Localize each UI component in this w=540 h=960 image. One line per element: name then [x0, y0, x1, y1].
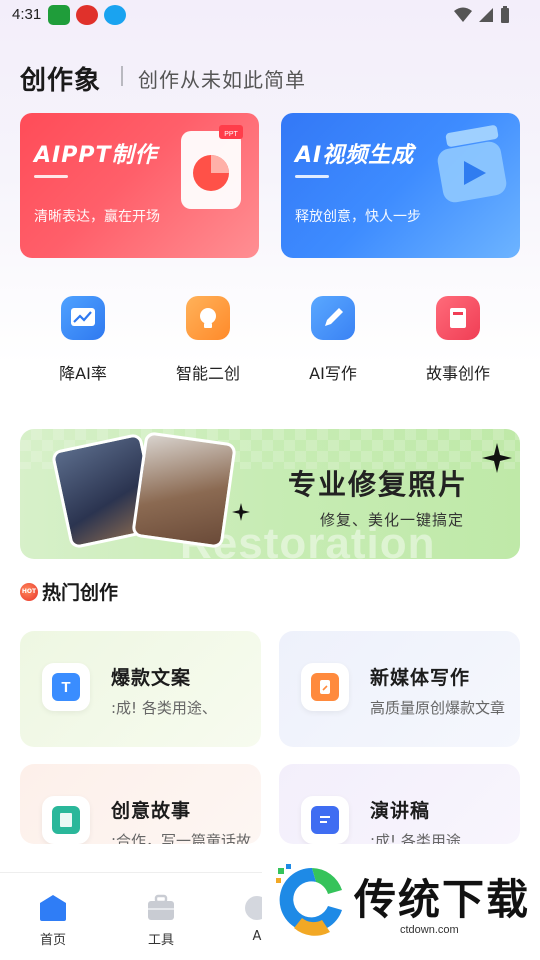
site-watermark: 传统下载 ctdown.com	[262, 852, 540, 960]
after-photo	[131, 431, 237, 549]
photo-restoration-banner[interactable]: Restoration 专业修复照片 修复、美化一键搞定	[20, 429, 520, 559]
tool-ai-writing[interactable]: AI写作	[278, 296, 388, 384]
phone-edit-icon	[311, 673, 339, 701]
home-icon	[37, 893, 69, 923]
card-subtitle: :成! 各类用途、	[111, 699, 217, 717]
watermark-url: ctdown.com	[400, 924, 459, 936]
status-bar: 4:31	[0, 0, 540, 32]
hero-underline	[34, 175, 68, 178]
pen-icon	[311, 296, 355, 340]
app-notification-icon	[76, 5, 98, 25]
card-icon-wrap: T	[42, 663, 90, 711]
card-subtitle: 高质量原创爆款文章	[370, 699, 506, 717]
banner-subtitle: 修复、美化一键搞定	[320, 511, 465, 529]
tool-smart-recreate[interactable]: 智能二创	[153, 296, 263, 384]
card-subtitle: :合作，写一篇童话故	[111, 832, 252, 844]
app-slogan: 创作从未如此简单	[138, 68, 306, 92]
card-title: 新媒体写作	[370, 667, 471, 689]
card-icon-wrap	[301, 663, 349, 711]
hero-title: AIPPT制作	[34, 143, 158, 168]
card-speech-draft[interactable]: 演讲稿 :成! 各类用途	[279, 764, 520, 844]
status-indicators	[454, 6, 510, 24]
tool-label: 降AI率	[59, 364, 107, 383]
book-icon	[52, 806, 80, 834]
lightbulb-icon	[186, 296, 230, 340]
tool-reduce-ai-rate[interactable]: 降AI率	[28, 296, 138, 384]
hero-underline	[295, 175, 329, 178]
download-icon	[104, 5, 126, 25]
card-title: 爆款文案	[111, 667, 192, 689]
status-time: 4:31	[12, 6, 42, 23]
nav-tools[interactable]: 工具	[126, 893, 196, 948]
wifi-icon	[454, 7, 472, 22]
card-title: 演讲稿	[370, 800, 431, 822]
card-viral-copy[interactable]: T 爆款文案 :成! 各类用途、	[20, 631, 261, 747]
header-divider	[121, 66, 123, 86]
document-icon	[311, 806, 339, 834]
tool-label: 故事创作	[425, 364, 490, 383]
card-icon-wrap	[301, 796, 349, 844]
section-title: HOT 热门创作	[20, 578, 118, 605]
signal-icon	[479, 8, 493, 22]
tool-label: 智能二创	[175, 364, 240, 383]
ai-video-card[interactable]: AI视频生成 释放创意，快人一步	[281, 113, 520, 258]
ppt-badge: PPT	[224, 131, 238, 138]
book-icon	[436, 296, 480, 340]
app-notification-icon	[48, 5, 70, 25]
watermark-text: 传统下载	[354, 875, 531, 924]
hero-subtitle: 释放创意，快人一步	[295, 209, 421, 225]
card-creative-story[interactable]: 创意故事 :合作，写一篇童话故	[20, 764, 261, 844]
card-title: 创意故事	[111, 800, 192, 822]
banner-title: 专业修复照片	[288, 468, 469, 501]
card-icon-wrap	[42, 796, 90, 844]
watermark-logo-icon	[276, 864, 342, 936]
text-t-icon: T	[52, 673, 80, 701]
nav-label: 工具	[147, 933, 174, 948]
toolbox-icon	[145, 893, 177, 923]
section-title-text: 热门创作	[42, 582, 119, 604]
aippt-card[interactable]: AIPPT制作 清晰表达，赢在开场 PPT	[20, 113, 259, 258]
video-play-icon	[437, 125, 507, 203]
hot-icon: HOT	[20, 582, 38, 601]
nav-home[interactable]: 首页	[18, 893, 88, 948]
chart-icon	[61, 296, 105, 340]
hero-title: AI视频生成	[295, 143, 415, 168]
card-subtitle: :成! 各类用途	[370, 832, 461, 844]
ppt-document-icon: PPT	[181, 125, 243, 209]
battery-icon	[501, 6, 509, 23]
card-new-media-writing[interactable]: 新媒体写作 高质量原创爆款文章	[279, 631, 520, 747]
nav-label: 首页	[39, 933, 66, 948]
tool-story-creation[interactable]: 故事创作	[403, 296, 513, 384]
sparkle-icon	[482, 443, 512, 473]
hero-subtitle: 清晰表达，赢在开场	[34, 209, 160, 225]
tool-label: AI写作	[309, 364, 357, 383]
app-brand: 创作象	[20, 66, 102, 96]
sparkle-icon	[232, 503, 250, 521]
